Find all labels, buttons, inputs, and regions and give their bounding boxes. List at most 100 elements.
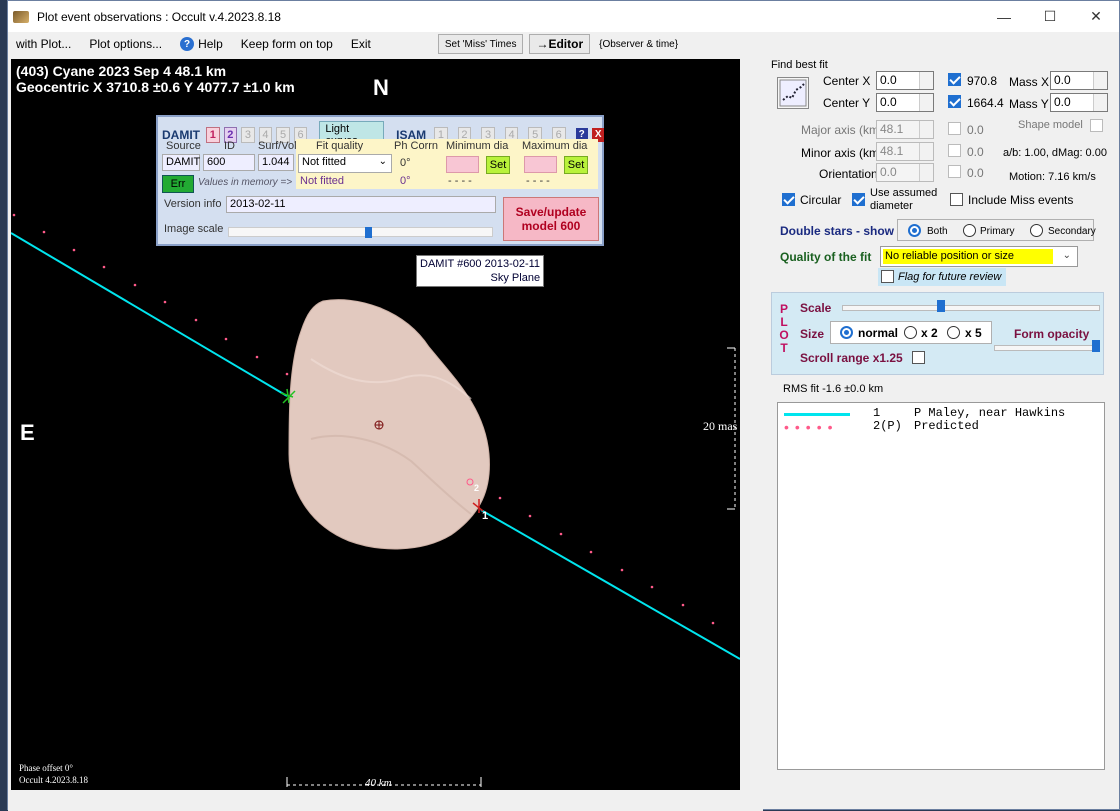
set-max-dia-button[interactable]: Set (564, 156, 588, 174)
mass-y-input[interactable]: 0.0 (1050, 93, 1108, 112)
window-title: Plot event observations : Occult v.4.202… (37, 9, 281, 24)
min-dia-input[interactable] (446, 156, 479, 173)
observations-legend: 1 P Maley, near Hawkins ••••• 2(P) Predi… (777, 402, 1105, 770)
legend-dots-predicted: ••••• (784, 419, 839, 435)
damit-model-1[interactable]: 1 (206, 127, 220, 143)
plot-options-box: P L O T Scale Size normal x 2 x 5 Form o… (771, 292, 1104, 375)
ab-dmag-label: a/b: 1.00, dMag: 0.00 (1003, 147, 1107, 159)
asteroid-shape (288, 299, 490, 550)
flag-review-box[interactable]: Flag for future review (878, 268, 1006, 286)
col-max-dia: Maximum dia (522, 140, 588, 152)
double-stars-secondary-label: Secondary (1048, 226, 1096, 237)
surf-vol-field: 1.044 (258, 154, 294, 171)
include-miss-label: Include Miss events (968, 193, 1074, 207)
version-info-label: Version info (164, 198, 222, 210)
col-fit-quality: Fit quality (316, 140, 364, 152)
legend-text-1: P Maley, near Hawkins (914, 406, 1066, 420)
chord-line-segment-2 (480, 509, 740, 660)
form-opacity-slider[interactable] (994, 345, 1100, 351)
center-y-checkbox[interactable] (948, 95, 961, 108)
quality-of-fit-value: No reliable position or size (883, 249, 1053, 264)
set-miss-times-button[interactable]: Set 'Miss' Times (437, 34, 524, 54)
menu-help[interactable]: ? Help (171, 37, 232, 51)
circular-checkbox[interactable] (782, 193, 795, 206)
form-opacity-thumb[interactable] (1092, 340, 1100, 352)
circular-label: Circular (800, 193, 842, 207)
damit-model-3[interactable]: 3 (241, 127, 255, 143)
editor-button[interactable]: →Editor (529, 34, 591, 54)
quality-of-fit-select[interactable]: No reliable position or size ⌄ (880, 246, 1078, 267)
fit-quality-select[interactable]: Not fitted ⌄ (298, 154, 392, 173)
ph-corrn-value-1: 0° (400, 157, 411, 169)
scale-label: Scale (800, 301, 832, 315)
use-assumed-diameter-checkbox[interactable] (852, 193, 865, 206)
main-window: Plot event observations : Occult v.4.202… (7, 0, 1120, 811)
size-normal-radio[interactable] (840, 326, 853, 339)
menu-exit[interactable]: Exit (342, 37, 380, 51)
scale-slider[interactable] (842, 305, 1100, 311)
scale-slider-thumb[interactable] (937, 300, 945, 312)
major-axis-input[interactable]: 48.1 (876, 120, 934, 139)
image-scale-thumb[interactable] (365, 227, 372, 238)
major-axis-checkbox[interactable] (948, 122, 961, 135)
shape-model-checkbox[interactable] (1090, 119, 1103, 132)
size-x2-radio[interactable] (904, 326, 917, 339)
plot-letter-t: T (780, 341, 788, 355)
minimize-button[interactable]: — (981, 1, 1027, 32)
major-axis-fit-value: 0.0 (967, 123, 984, 137)
image-scale-slider[interactable] (228, 227, 493, 237)
minor-axis-label: Minor axis (km) (801, 146, 884, 160)
ph-corrn-value-2: 0° (400, 175, 411, 187)
minor-axis-input[interactable]: 48.1 (876, 142, 934, 161)
damit-model-tag: DAMIT #600 2013-02-11 Sky Plane (416, 255, 545, 287)
shape-model-label: Shape model (1018, 119, 1083, 131)
double-stars-label: Double stars - show (780, 224, 895, 238)
mass-x-input[interactable]: 0.0 (1050, 71, 1108, 90)
flag-review-checkbox[interactable] (881, 270, 894, 283)
plot-canvas[interactable]: (403) Cyane 2023 Sep 4 48.1 km Geocentri… (11, 59, 740, 790)
orientation-checkbox[interactable] (948, 165, 961, 178)
source-field: DAMIT (162, 154, 200, 171)
orientation-input[interactable]: 0.0 (876, 163, 934, 182)
km-scale-label: 40 km (365, 777, 392, 789)
double-stars-primary-radio[interactable] (963, 224, 976, 237)
best-fit-chart-icon[interactable] (777, 77, 809, 109)
max-dia-memory: - - - - (526, 175, 550, 187)
menu-keep-form-on-top[interactable]: Keep form on top (232, 37, 342, 51)
legend-text-2: Predicted (914, 419, 979, 433)
center-x-input[interactable]: 0.0 (876, 71, 934, 90)
major-axis-label: Major axis (km) (801, 123, 884, 137)
chord-line-segment-1 (11, 232, 288, 397)
center-x-checkbox[interactable] (948, 73, 961, 86)
damit-panel: DAMIT 1 2 3 4 5 6 Light curves ISAM 1 2 … (156, 115, 605, 246)
menu-with-plot[interactable]: with Plot... (8, 37, 80, 51)
include-miss-checkbox[interactable] (950, 193, 963, 206)
observer-time-menu[interactable]: {Observer & time} (590, 39, 687, 50)
center-y-input[interactable]: 0.0 (876, 93, 934, 112)
double-stars-both-radio[interactable] (908, 224, 921, 237)
center-y-label: Center Y (823, 96, 871, 110)
chord-label-2: 2 (474, 483, 480, 493)
set-min-dia-button[interactable]: Set (486, 156, 510, 174)
menu-plot-options[interactable]: Plot options... (80, 37, 171, 51)
double-stars-primary-label: Primary (980, 226, 1015, 237)
size-x5-radio[interactable] (947, 326, 960, 339)
col-min-dia: Minimum dia (446, 140, 509, 152)
close-button[interactable]: ✕ (1073, 1, 1119, 32)
double-stars-secondary-radio[interactable] (1030, 224, 1043, 237)
fit-quality-selected: Not fitted (302, 156, 347, 168)
err-button[interactable]: Err (162, 175, 194, 193)
mass-y-label: Mass Y (1009, 97, 1049, 111)
plot-vertical-label: P L O T (778, 303, 790, 355)
size-x5-label: x 5 (965, 326, 982, 340)
fit-quality-memory: Not fitted (300, 175, 345, 187)
minor-axis-checkbox[interactable] (948, 144, 961, 157)
maximize-button[interactable]: ☐ (1027, 1, 1073, 32)
scroll-range-checkbox[interactable] (912, 351, 925, 364)
title-bar: Plot event observations : Occult v.4.202… (8, 1, 1119, 32)
save-update-model-button[interactable]: Save/update model 600 (503, 197, 599, 241)
col-surf-vol: Surf/Vol (258, 140, 297, 152)
values-in-memory-label: Values in memory => (198, 177, 293, 188)
center-x-fit-value: 970.8 (967, 74, 998, 88)
max-dia-input[interactable] (524, 156, 557, 173)
